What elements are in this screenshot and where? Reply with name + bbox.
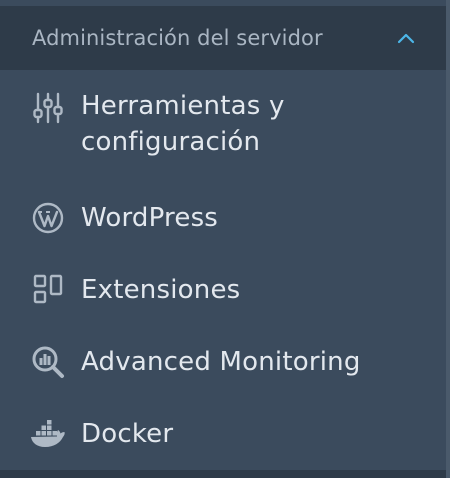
section-title: Administración del servidor <box>32 26 323 50</box>
section-header-server-admin[interactable]: Administración del servidor <box>0 6 446 70</box>
wordpress-icon <box>30 200 66 236</box>
menu-item-label: Advanced Monitoring <box>81 347 361 377</box>
menu-item-label: Extensiones <box>81 275 241 305</box>
docker-icon <box>30 416 66 452</box>
bottom-strip <box>0 470 446 478</box>
menu-item-docker[interactable]: Docker <box>0 414 446 454</box>
extensions-icon <box>30 272 66 308</box>
right-edge-divider <box>446 0 450 478</box>
menu-item-extensions[interactable]: Extensiones <box>0 270 446 310</box>
sliders-icon <box>30 90 66 126</box>
server-admin-panel: Administración del servidor Herramientas… <box>0 0 450 478</box>
menu-item-label: Docker <box>81 419 174 449</box>
server-admin-menu: Herramientas y configuración WordPress E… <box>0 70 446 470</box>
menu-item-wordpress[interactable]: WordPress <box>0 198 446 238</box>
menu-item-advanced-monitoring[interactable]: Advanced Monitoring <box>0 342 446 382</box>
menu-item-label: WordPress <box>81 203 219 233</box>
menu-item-tools-settings[interactable]: Herramientas y configuración <box>0 88 446 168</box>
menu-item-label: Herramientas y configuración <box>81 91 285 157</box>
chevron-up-icon[interactable] <box>396 28 416 48</box>
monitoring-icon <box>30 344 66 380</box>
